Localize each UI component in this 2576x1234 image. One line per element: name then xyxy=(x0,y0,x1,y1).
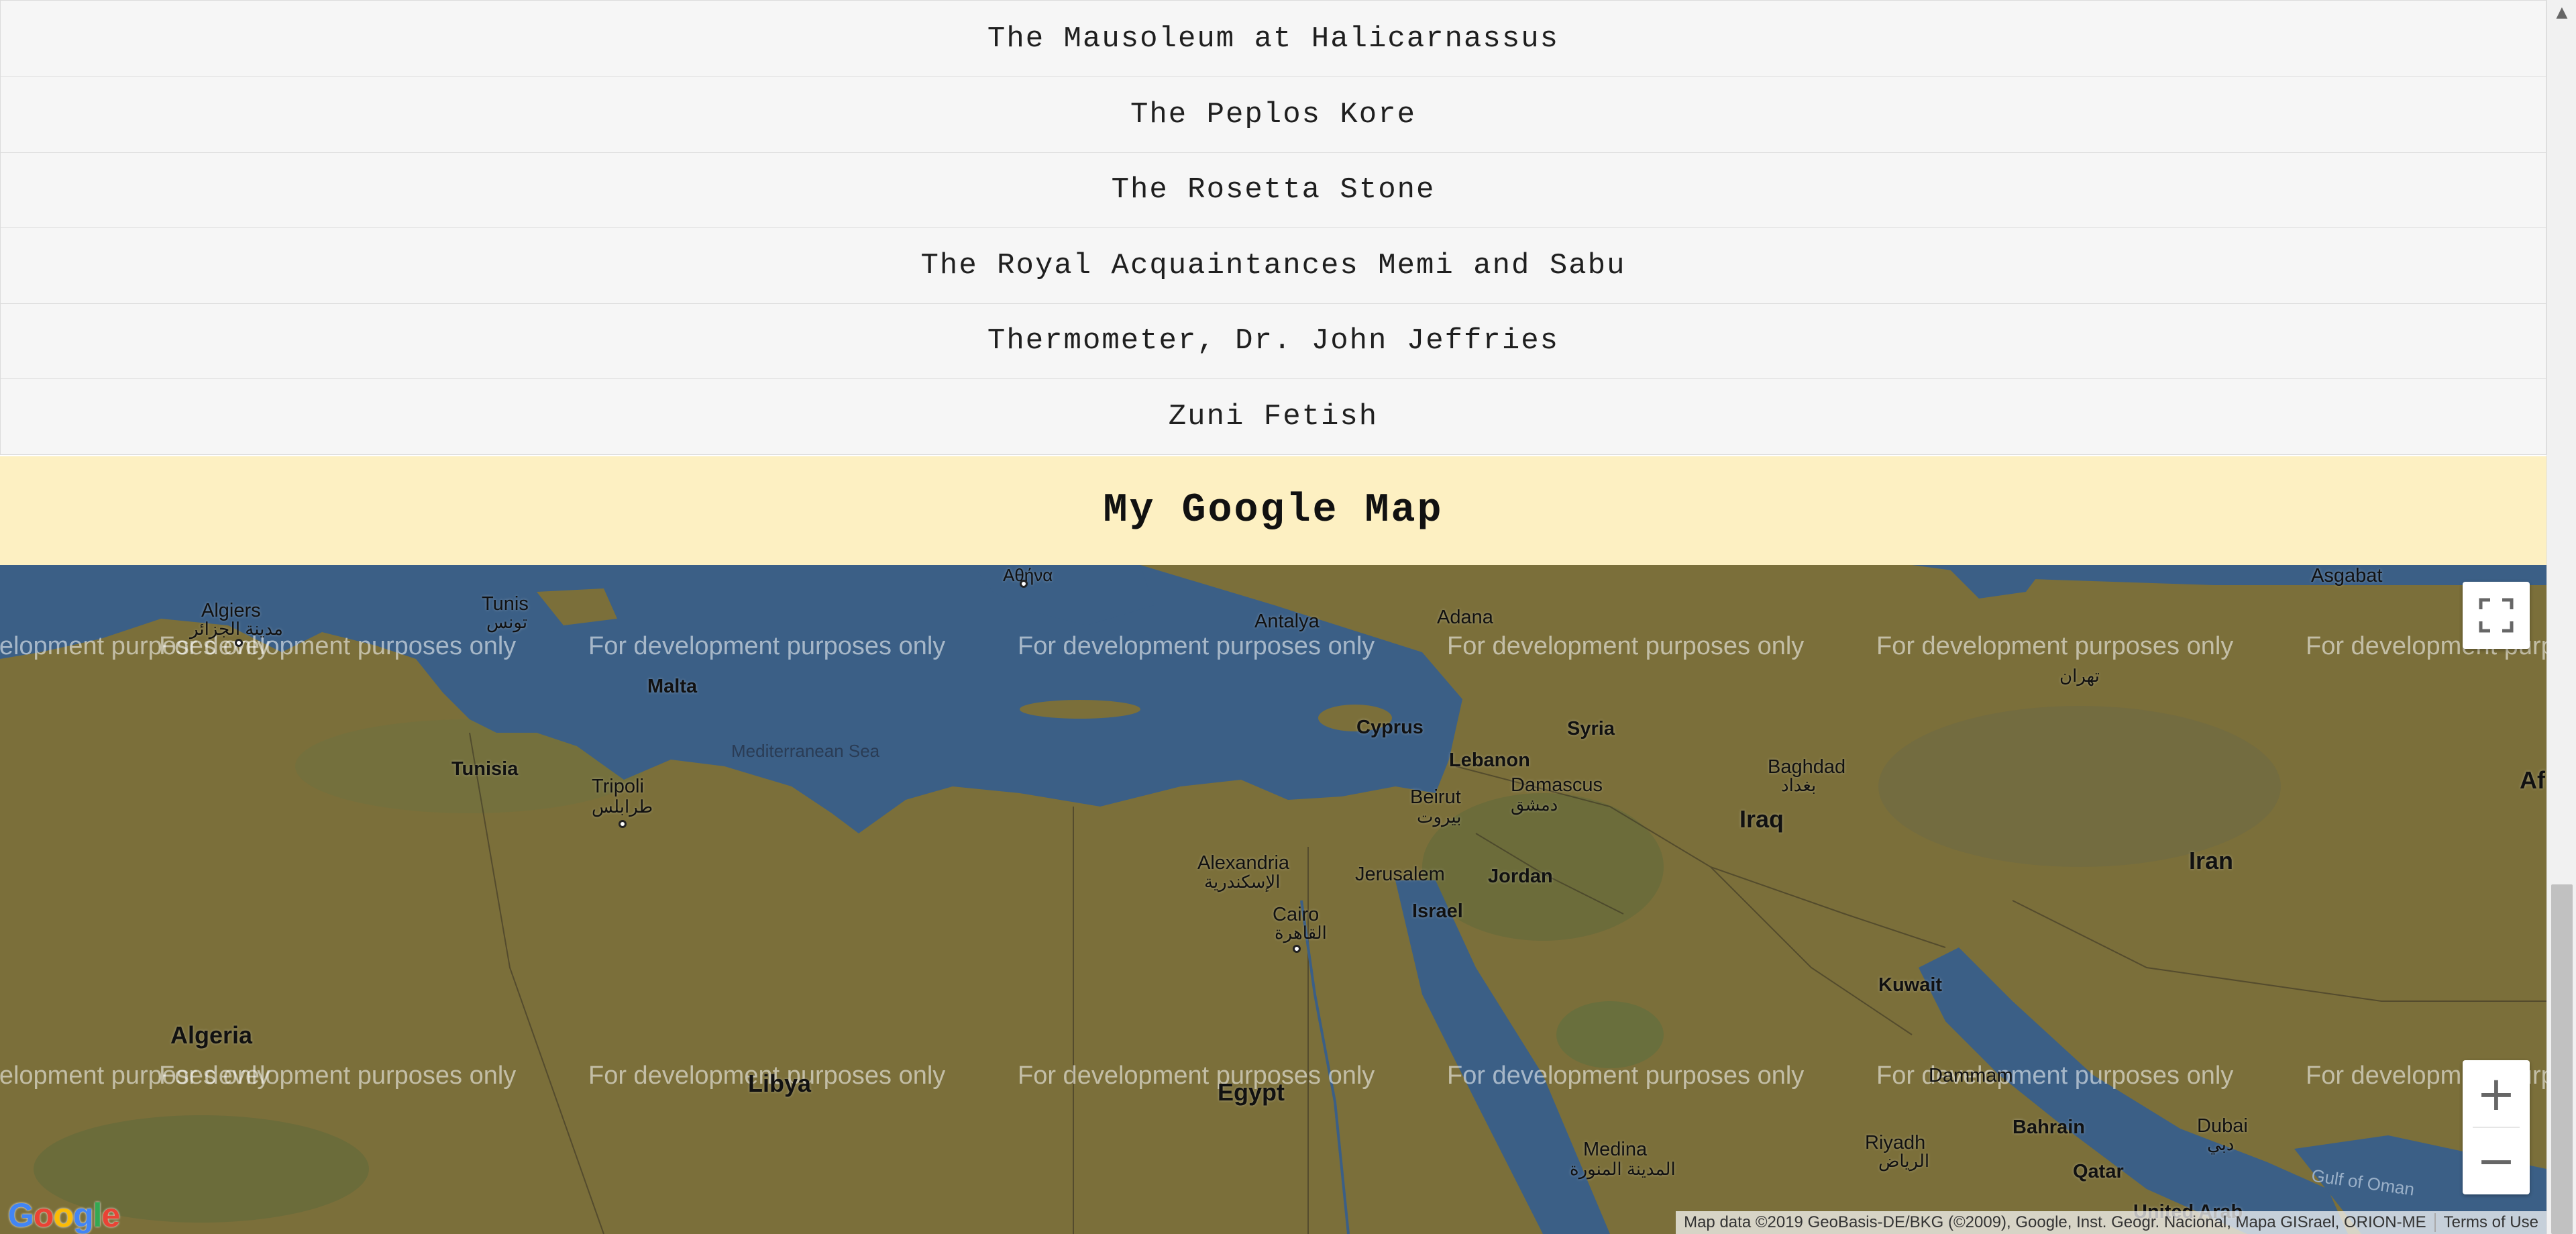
scroll-thumb[interactable] xyxy=(2551,884,2573,1234)
map-label-damascus: Damascus xyxy=(1511,774,1603,796)
map-watermark: For development purposes only xyxy=(159,1062,517,1090)
map-label-af: Af xyxy=(2520,766,2545,794)
map-label-tehran: تهران xyxy=(2059,666,2100,686)
list-item[interactable]: The Royal Acquaintances Memi and Sabu xyxy=(0,228,2546,304)
map-label-bahrain: Bahrain xyxy=(2012,1117,2085,1138)
map-label-beirut-ar: بيروت xyxy=(1417,807,1462,827)
map-label-lebanon: Lebanon xyxy=(1449,750,1530,771)
map-label-cyprus: Cyprus xyxy=(1356,717,1424,738)
fullscreen-button[interactable] xyxy=(2463,582,2530,649)
city-marker xyxy=(235,639,243,647)
map-label-dammam: Dammam xyxy=(1929,1065,2013,1086)
map-label-qatar: Qatar xyxy=(2073,1161,2124,1182)
map-label-tunisia: Tunisia xyxy=(451,758,519,780)
map-label-libya: Libya xyxy=(748,1070,812,1097)
map-label-baghdad-ar: بغداد xyxy=(1781,775,1817,795)
map-label-iran: Iran xyxy=(2189,847,2234,874)
zoom-controls: + − xyxy=(2463,1060,2530,1194)
map-label-dubai-ar: دبي xyxy=(2207,1134,2235,1154)
map-label-jerusalem: Jerusalem xyxy=(1355,864,1445,885)
map-watermark: For development purposes only xyxy=(588,632,946,660)
map-watermark: For development purposes only xyxy=(1447,632,1805,660)
google-logo[interactable]: Google xyxy=(8,1196,120,1234)
scroll-up-arrow-icon[interactable]: ▲ xyxy=(2547,0,2576,24)
list-item[interactable]: The Peplos Kore xyxy=(0,77,2546,153)
map-label-adana: Adana xyxy=(1437,607,1493,628)
map-label-medina: Medina xyxy=(1583,1139,1648,1160)
map-label-ashgabat: Asgabat xyxy=(2311,565,2383,586)
map-label-tripoli: Tripoli xyxy=(592,776,644,797)
map-label-kuwait: Kuwait xyxy=(1878,974,1943,996)
fullscreen-icon xyxy=(2479,598,2514,633)
terms-of-use-link[interactable]: Terms of Use xyxy=(2434,1213,2546,1232)
city-marker xyxy=(619,820,627,828)
map-tiles xyxy=(0,565,2546,1234)
city-marker xyxy=(1020,580,1028,588)
map-section-title: My Google Map xyxy=(1103,488,1444,533)
map-label-syria: Syria xyxy=(1567,718,1615,739)
map-label-tripoli-ar: طرابلس xyxy=(592,796,653,817)
map-label-egypt: Egypt xyxy=(1218,1078,1285,1106)
map-label-mediterranean-sea: Mediterranean Sea xyxy=(731,741,880,761)
scrollbar[interactable]: ▲ xyxy=(2546,0,2576,1234)
list-item[interactable]: Zuni Fetish xyxy=(0,379,2546,455)
map-label-beirut: Beirut xyxy=(1410,786,1461,808)
map-label-iraq: Iraq xyxy=(1739,805,1784,833)
map-watermark: For development purposes only xyxy=(1018,1062,1375,1090)
map-label-algiers-ar: مدينة الجزائر xyxy=(190,619,283,639)
zoom-in-button[interactable]: + xyxy=(2463,1060,2530,1127)
map-attribution: Map data ©2019 GeoBasis-DE/BKG (©2009), … xyxy=(1676,1211,2546,1234)
map-watermark: For development purposes only xyxy=(1876,632,2234,660)
artifact-list: The Mausoleum at Halicarnassus The Peplo… xyxy=(0,0,2546,455)
google-map[interactable]: For development purposes only For develo… xyxy=(0,565,2546,1234)
city-marker xyxy=(1293,945,1301,953)
zoom-out-button[interactable]: − xyxy=(2463,1127,2530,1194)
map-label-israel: Israel xyxy=(1412,901,1463,922)
map-watermark: For development purposes only xyxy=(1018,632,1375,660)
page: The Mausoleum at Halicarnassus The Peplo… xyxy=(0,0,2576,1234)
list-item[interactable]: The Rosetta Stone xyxy=(0,152,2546,228)
map-label-riyadh-ar: الرياض xyxy=(1878,1151,1930,1171)
map-label-cairo-ar: القاهرة xyxy=(1275,923,1327,943)
map-label-alexandria-ar: الإسكندرية xyxy=(1204,872,1281,892)
map-label-damascus-ar: دمشق xyxy=(1511,794,1558,815)
map-section-header: My Google Map xyxy=(0,456,2546,565)
map-label-algeria: Algeria xyxy=(170,1021,253,1049)
map-label-tunis-ar: تونس xyxy=(486,612,528,632)
list-item[interactable]: Thermometer, Dr. John Jeffries xyxy=(0,303,2546,379)
map-label-antalya: Antalya xyxy=(1254,611,1320,632)
map-label-medina-ar: المدينة المنورة xyxy=(1570,1159,1676,1179)
map-label-athens: Αθήνα xyxy=(1003,565,1053,585)
map-data-attribution: Map data ©2019 GeoBasis-DE/BKG (©2009), … xyxy=(1684,1213,2426,1231)
map-label-jordan: Jordan xyxy=(1488,866,1553,887)
list-item[interactable]: The Mausoleum at Halicarnassus xyxy=(0,0,2546,77)
map-label-malta: Malta xyxy=(647,676,698,697)
map-watermark: For development purposes only xyxy=(1447,1062,1805,1090)
